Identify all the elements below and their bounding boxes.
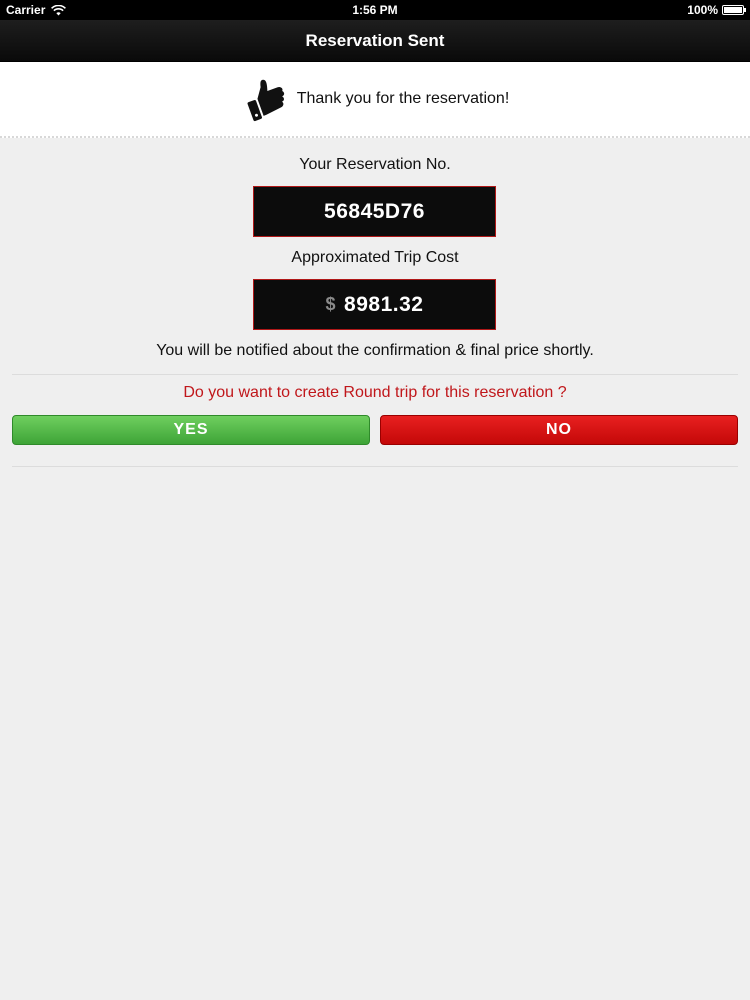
carrier-label: Carrier (6, 3, 46, 17)
status-time: 1:56 PM (352, 3, 398, 17)
thanks-text: Thank you for the reservation! (296, 90, 510, 107)
thumbs-up-icon (247, 79, 284, 122)
battery-icon (722, 5, 746, 15)
status-left: Carrier (6, 3, 67, 17)
cost-label: Approximated Trip Cost (291, 249, 459, 266)
reservation-label: Your Reservation No. (299, 156, 451, 173)
status-bar: Carrier 1:56 PM 100% (0, 0, 750, 20)
divider-bottom (12, 466, 738, 467)
round-trip-question: Do you want to create Round trip for thi… (183, 384, 567, 401)
thanks-panel: Thank you for the reservation! (0, 62, 750, 138)
no-button-label: NO (546, 421, 572, 438)
notice-text: You will be notified about the confirmat… (156, 342, 594, 359)
reservation-number: 56845D76 (324, 199, 425, 223)
status-right: 100% (687, 3, 746, 17)
cost-box: $ 8981.32 (253, 279, 496, 330)
no-button[interactable]: NO (380, 415, 738, 445)
battery-fill (724, 7, 742, 13)
battery-percent: 100% (687, 3, 718, 17)
currency-symbol: $ (325, 294, 337, 314)
page-title: Reservation Sent (305, 30, 445, 50)
cost-amount: 8981.32 (344, 292, 424, 316)
nav-bar: Reservation Sent (0, 20, 750, 62)
wifi-icon (51, 4, 67, 15)
yes-button-label: YES (173, 421, 209, 438)
yes-button[interactable]: YES (12, 415, 370, 445)
reservation-number-box: 56845D76 (253, 186, 496, 237)
divider-top (12, 374, 738, 375)
